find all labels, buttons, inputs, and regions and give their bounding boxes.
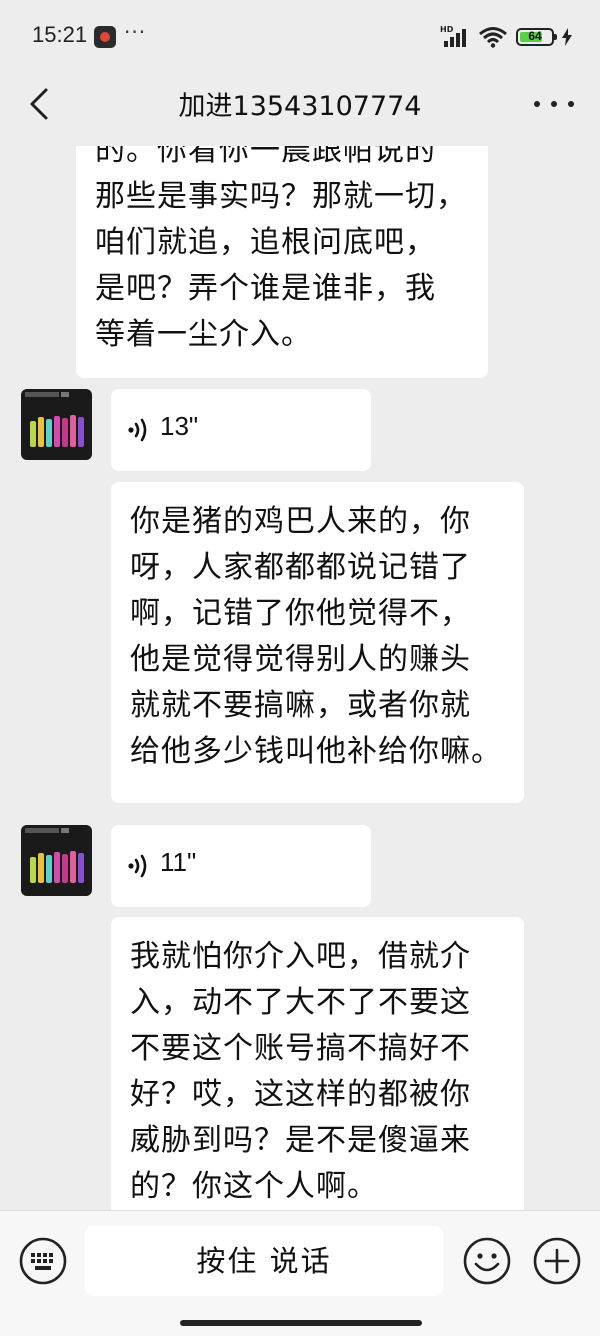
- emoji-button[interactable]: [462, 1236, 512, 1286]
- battery-icon: 64: [516, 28, 557, 46]
- signal-icon: HD: [440, 25, 470, 49]
- voice-message[interactable]: 11": [111, 825, 371, 907]
- wifi-icon: [478, 26, 508, 48]
- message-line: 的。你看你一晨跟帕说的: [95, 146, 436, 168]
- status-bar: 15:21 ··· HD 64: [0, 0, 600, 72]
- voice-wave-icon: [128, 418, 147, 442]
- message-line: 啊，记错了你他觉得不，: [130, 596, 471, 631]
- keyboard-icon: [19, 1237, 67, 1285]
- status-more-notifications: ···: [124, 20, 147, 44]
- chat-header: 加进13543107774: [0, 72, 600, 136]
- status-icons: HD 64: [440, 24, 572, 50]
- message-line: 他是觉得觉得别人的赚头: [130, 642, 471, 677]
- keyboard-button[interactable]: [18, 1236, 68, 1286]
- voice-duration: 13": [160, 411, 199, 441]
- status-time: 15:21: [32, 22, 88, 47]
- plus-icon: [533, 1237, 581, 1285]
- message-line: 好？哎，这这样的都被你: [130, 1077, 471, 1112]
- charging-icon: [562, 28, 572, 46]
- chat-area[interactable]: 的。你看你一晨跟帕说的 那些是事实吗？那就一切， 咱们就追，追根问底吧， 是吧？…: [0, 146, 600, 1210]
- message-line: 我就怕你介入吧，借就介: [130, 939, 471, 974]
- message-line: 威胁到吗？是不是傻逼来: [130, 1123, 471, 1158]
- message-line: 不要这个账号搞不搞好不: [130, 1031, 471, 1066]
- battery-level: 64: [528, 29, 542, 43]
- emoji-icon: [463, 1237, 511, 1285]
- input-bar: 按住 说话: [0, 1210, 600, 1336]
- text-message[interactable]: 的。你看你一晨跟帕说的 那些是事实吗？那就一切， 咱们就追，追根问底吧， 是吧？…: [76, 146, 488, 378]
- hold-to-talk-button[interactable]: 按住 说话: [85, 1226, 443, 1296]
- notification-app-icon: [94, 26, 116, 48]
- voice-wave-icon: [128, 854, 147, 878]
- plus-button[interactable]: [532, 1236, 582, 1286]
- voice-duration: 11": [160, 847, 197, 877]
- avatar[interactable]: [21, 389, 92, 460]
- text-message[interactable]: 我就怕你介入吧，借就介 入，动不了大不了不要这 不要这个账号搞不搞好不 好？哎，…: [111, 917, 524, 1210]
- voice-message[interactable]: 13": [111, 389, 371, 471]
- message-line: 给他多少钱叫他补给你嘛。: [130, 734, 502, 769]
- message-line: 是吧？弄个谁是谁非，我: [95, 271, 436, 306]
- message-line: 等着一尘介入。: [95, 317, 312, 352]
- avatar[interactable]: [21, 825, 92, 896]
- more-icon: [534, 101, 540, 107]
- message-line: 你是猪的鸡巴人来的，你: [130, 504, 471, 539]
- message-line: 的？你这个人啊。: [130, 1169, 378, 1204]
- message-line: 呀，人家都都都说记错了: [130, 550, 471, 585]
- message-line: 那些是事实吗？那就一切，: [95, 179, 467, 214]
- message-line: 咱们就追，追根问底吧，: [95, 225, 436, 260]
- home-indicator[interactable]: [180, 1320, 422, 1326]
- page-title: 加进13543107774: [178, 91, 422, 122]
- more-button[interactable]: [534, 86, 574, 122]
- network-label: HD: [440, 25, 454, 34]
- text-message[interactable]: 你是猪的鸡巴人来的，你 呀，人家都都都说记错了 啊，记错了你他觉得不， 他是觉得…: [111, 482, 524, 803]
- message-line: 就就不要搞嘛，或者你就: [130, 688, 471, 723]
- message-line: 入，动不了大不了不要这: [130, 985, 471, 1020]
